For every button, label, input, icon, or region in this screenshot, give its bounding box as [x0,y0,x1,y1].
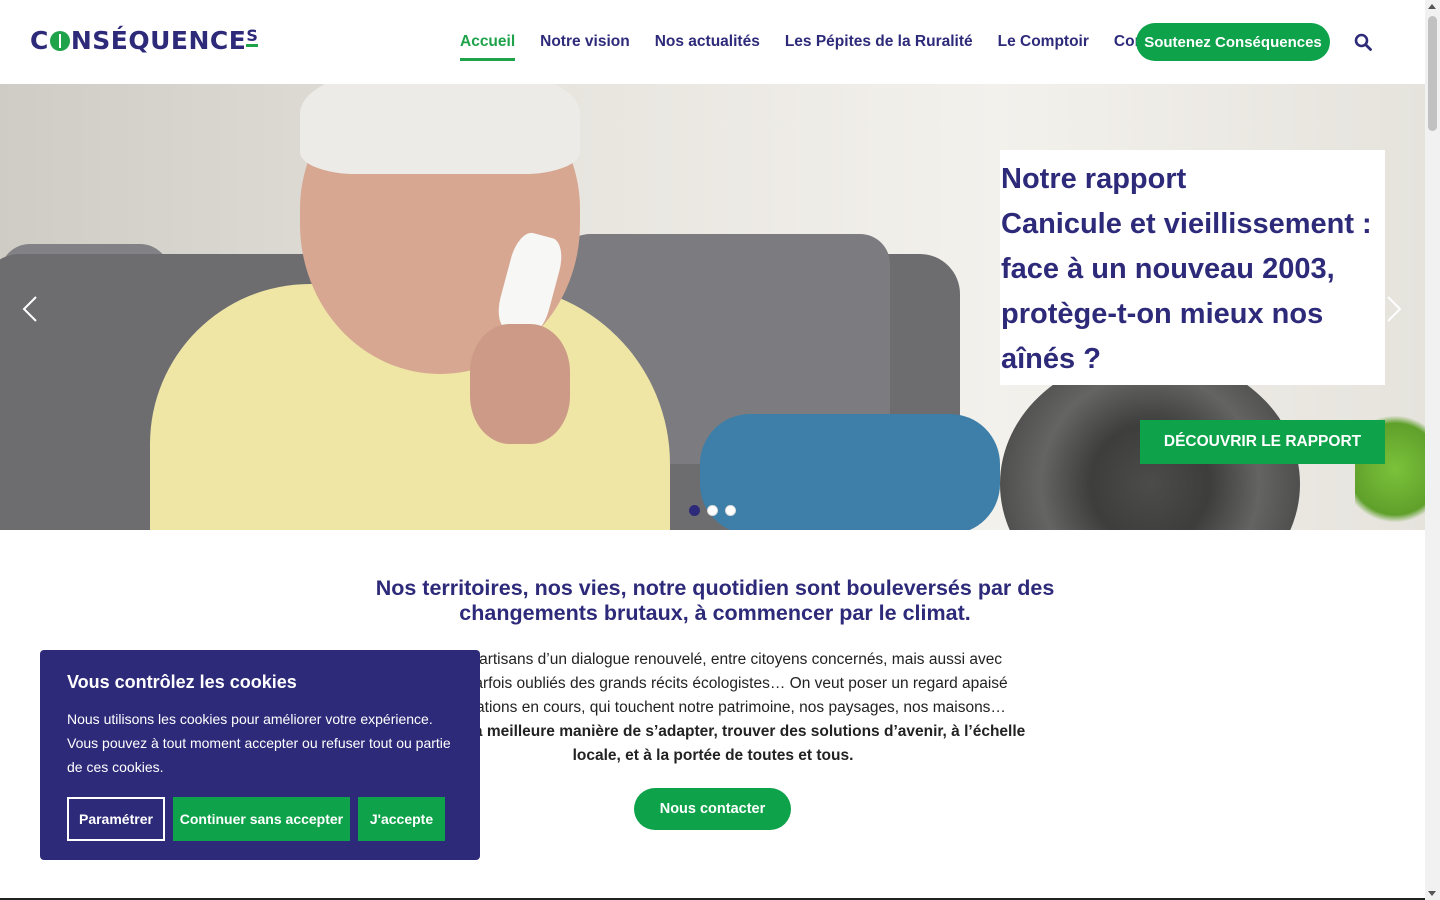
hero-caption-line: Canicule et vieillissement : [1001,208,1372,240]
cookie-buttons: Paramétrer Continuer sans accepter J'acc… [67,797,453,841]
cookie-banner: Vous contrôlez les cookies Nous utilison… [40,650,480,860]
cookie-decline-button[interactable]: Continuer sans accepter [172,797,350,841]
chevron-right-icon[interactable] [1384,294,1404,324]
search-icon[interactable] [1354,33,1372,51]
cookie-settings-button[interactable]: Paramétrer [67,797,165,841]
nav-accueil[interactable]: Accueil [460,25,516,61]
slider-dot[interactable] [725,505,736,516]
contact-button[interactable]: Nous contacter [634,788,791,830]
scrollbar[interactable] [1425,0,1440,900]
slider-dot[interactable] [707,505,718,516]
support-button[interactable]: Soutenez Conséquences [1136,23,1330,61]
leaf-icon [49,30,70,51]
cookie-accept-button[interactable]: J'accepte [357,797,445,841]
slider-dot[interactable] [689,505,700,516]
hero-caption-line: Notre rapport [1001,163,1187,195]
cookie-title: Vous contrôlez les cookies [67,672,297,692]
intro-title: Nos territoires, nos vies, notre quotidi… [375,576,1055,625]
hero-slider: Notre rapport Canicule et vieillissement… [0,84,1425,530]
site-logo[interactable]: C NSÉQUENCE S [30,26,259,55]
slider-dots [689,505,743,516]
hero-caption-line: face à un nouveau 2003, [1001,253,1335,285]
hero-caption-line: protège-t-on mieux nos [1001,298,1324,330]
chevron-left-icon[interactable] [20,294,40,324]
scrollbar-thumb[interactable] [1428,16,1437,131]
nav-le-comptoir[interactable]: Le Comptoir [998,25,1089,59]
scroll-up-icon[interactable] [1428,4,1436,9]
hero-caption-card: Notre rapport Canicule et vieillissement… [1000,150,1385,385]
nav-notre-vision[interactable]: Notre vision [540,25,630,59]
main-nav: Accueil Notre vision Nos actualités Les … [460,0,1197,84]
scroll-down-icon[interactable] [1428,891,1436,896]
nav-nos-actualites[interactable]: Nos actualités [655,25,760,59]
nav-pepites-ruralite[interactable]: Les Pépites de la Ruralité [785,25,973,59]
hero-caption-line: aînés ? [1001,343,1101,375]
discover-report-button[interactable]: DÉCOUVRIR LE RAPPORT [1140,420,1385,464]
cookie-text: Nous utilisons les cookies pour améliore… [67,711,451,775]
site-header: C NSÉQUENCE S Accueil Notre vision Nos act… [0,0,1425,84]
